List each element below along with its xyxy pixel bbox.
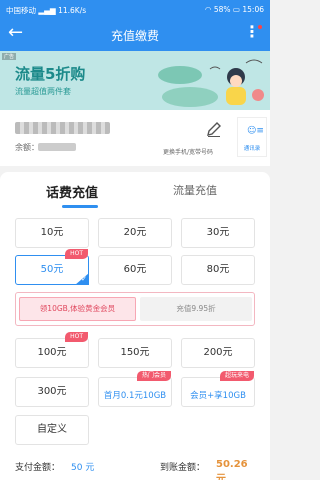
status-right: ◠ 58% ▭ 15:06 <box>205 5 264 14</box>
hot-member-badge: 热门会员 <box>136 371 171 381</box>
edit-pencil-icon[interactable] <box>205 120 223 138</box>
network-speed: 11.6K/s <box>58 6 87 15</box>
carrier-label: 中国移动 <box>6 6 36 15</box>
banner-subline: 流量超值两件套 <box>15 87 71 96</box>
receive-amount-value: 50.26元 <box>216 459 248 480</box>
amount-option-30[interactable]: 30元 <box>181 218 255 248</box>
receive-amount-label: 到账金额： <box>160 463 206 473</box>
balance-value-masked <box>38 143 76 151</box>
active-tab-indicator <box>62 205 98 208</box>
pay-amount-value: 50 元 <box>71 463 95 473</box>
change-number-label[interactable]: 更换手机/宽带号码 <box>163 147 213 156</box>
super-call-option[interactable]: 超玩来电 会员+享10GB <box>181 371 255 407</box>
check-icon: ✓ <box>75 273 89 285</box>
phone-number-card: 余额： 更换手机/宽带号码 ☺≡ 通讯录 <box>0 110 270 166</box>
amount-option-20[interactable]: 20元 <box>98 218 172 248</box>
phone-number-masked[interactable] <box>15 122 110 134</box>
amount-option-200[interactable]: 200元 <box>181 338 255 368</box>
battery-icon: ▭ <box>232 5 243 14</box>
offer-box: 领10GB,体验黄金会员 充值9.95折 <box>15 292 255 326</box>
recharge-panel: 话费充值 流量充值 10元 20元 30元 50元 HOT ✓ 60元 80元 … <box>0 172 270 480</box>
banner-illustration <box>158 59 264 107</box>
data-member-option[interactable]: 热门会员 首月0.1元10GB <box>98 371 172 407</box>
super-call-badge: 超玩来电 <box>219 371 254 381</box>
amount-option-100[interactable]: 100元 HOT <box>15 332 89 368</box>
tab-phone-recharge[interactable]: 话费充值 <box>46 182 98 201</box>
offer-gold-member[interactable]: 领10GB,体验黄金会员 <box>19 297 136 321</box>
contacts-button[interactable]: ☺≡ 通讯录 <box>237 117 267 157</box>
option-label: 100元 <box>37 347 67 358</box>
hot-badge: HOT <box>65 249 88 259</box>
contacts-icon: ☺≡ <box>247 126 264 136</box>
hot-badge: HOT <box>65 332 88 342</box>
amount-option-60[interactable]: 60元 <box>98 255 172 285</box>
banner-headline: 流量5折购 <box>15 65 86 83</box>
contacts-label: 通讯录 <box>243 146 261 152</box>
amount-option-10[interactable]: 10元 <box>15 218 89 248</box>
amount-option-80[interactable]: 80元 <box>181 255 255 285</box>
offer-discount[interactable]: 充值9.95折 <box>140 297 252 321</box>
amount-option-300[interactable]: 300元 <box>15 377 89 407</box>
option-label: 会员+享10GB <box>190 391 246 401</box>
amount-option-150[interactable]: 150元 <box>98 338 172 368</box>
clock: 15:06 <box>242 5 264 14</box>
nav-bar: ← 充值缴费 ⋮ <box>0 20 270 51</box>
custom-amount-option[interactable]: 自定义 <box>15 415 89 445</box>
notification-dot <box>258 25 262 29</box>
tab-data-recharge[interactable]: 流量充值 <box>173 182 217 198</box>
battery-level: 58% <box>213 5 231 14</box>
option-label: 50元 <box>40 264 64 275</box>
option-label: 首月0.1元10GB <box>103 391 167 401</box>
status-bar: 中国移动 ▂▄▆ 11.6K/s ◠ 58% ▭ 15:06 <box>0 0 270 20</box>
pay-amount-label: 支付金额： <box>15 463 61 473</box>
amount-option-50[interactable]: 50元 HOT ✓ <box>15 249 89 285</box>
page-title: 充值缴费 <box>110 29 159 43</box>
ad-tag: 广告 <box>2 53 17 60</box>
signal-icon: ▂▄▆ <box>38 6 59 15</box>
balance-label: 余额： <box>15 143 39 152</box>
app-header: 中国移动 ▂▄▆ 11.6K/s ◠ 58% ▭ 15:06 ← 充值缴费 ⋮ <box>0 0 270 51</box>
wifi-icon: ◠ <box>204 5 214 14</box>
status-left: 中国移动 ▂▄▆ 11.6K/s <box>6 5 86 16</box>
